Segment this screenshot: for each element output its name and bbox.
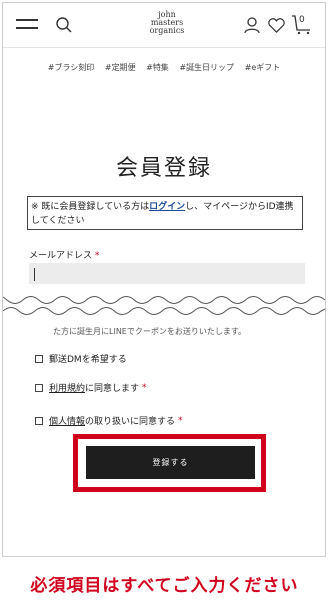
register-button[interactable]: 登録する bbox=[86, 446, 255, 479]
cart-count-badge: 0 bbox=[299, 15, 305, 25]
brand-logo[interactable]: john masters organics bbox=[142, 11, 192, 35]
login-notice: ※ 既に会員登録している方はログインし、マイページからID連携してください bbox=[27, 196, 303, 230]
tag-link[interactable]: #eギフト bbox=[245, 63, 281, 72]
dm-opt-in-row[interactable]: 郵送DMを希望する bbox=[35, 352, 127, 365]
tag-link[interactable]: #誕生日リップ bbox=[179, 63, 234, 72]
page-title: 会員登録 bbox=[115, 156, 212, 181]
partial-info-text: た方に誕生月にLINEでクーポンをお送りいたします。 bbox=[53, 327, 247, 336]
email-label: メールアドレス * bbox=[29, 251, 100, 261]
tag-link[interactable]: #ブラシ刻印 bbox=[48, 63, 95, 72]
privacy-agree-row[interactable]: 個人情報 の取り扱いに同意する * bbox=[35, 414, 183, 427]
page-frame: john masters organics 0 #ブラシ刻印 #定期便 #特集 … bbox=[2, 2, 326, 557]
email-field[interactable] bbox=[29, 263, 305, 285]
header-divider bbox=[3, 47, 325, 48]
heart-icon[interactable] bbox=[267, 17, 286, 34]
user-icon[interactable] bbox=[243, 16, 261, 34]
tag-link[interactable]: #定期便 bbox=[105, 63, 136, 72]
site-header: john masters organics 0 bbox=[3, 3, 325, 47]
privacy-link[interactable]: 個人情報 bbox=[49, 414, 85, 427]
hashtag-nav: #ブラシ刻印 #定期便 #特集 #誕生日リップ #eギフト bbox=[3, 62, 325, 73]
login-link[interactable]: ログイン bbox=[149, 202, 185, 212]
tag-link[interactable]: #特集 bbox=[146, 63, 169, 72]
terms-checkbox[interactable] bbox=[35, 383, 43, 392]
required-mark: * bbox=[142, 382, 147, 393]
privacy-checkbox[interactable] bbox=[35, 416, 43, 425]
search-icon[interactable] bbox=[55, 16, 73, 34]
required-mark: * bbox=[94, 251, 100, 261]
required-mark: * bbox=[178, 415, 183, 426]
terms-agree-row[interactable]: 利用規約 に同意します * bbox=[35, 381, 147, 394]
terms-link[interactable]: 利用規約 bbox=[49, 381, 85, 394]
torn-edge-divider bbox=[3, 284, 325, 315]
required-fields-note: 必須項目はすべてご入力ください bbox=[30, 576, 299, 596]
hamburger-menu-icon[interactable] bbox=[16, 19, 38, 31]
dm-checkbox[interactable] bbox=[35, 354, 43, 363]
text-caret bbox=[34, 268, 35, 281]
